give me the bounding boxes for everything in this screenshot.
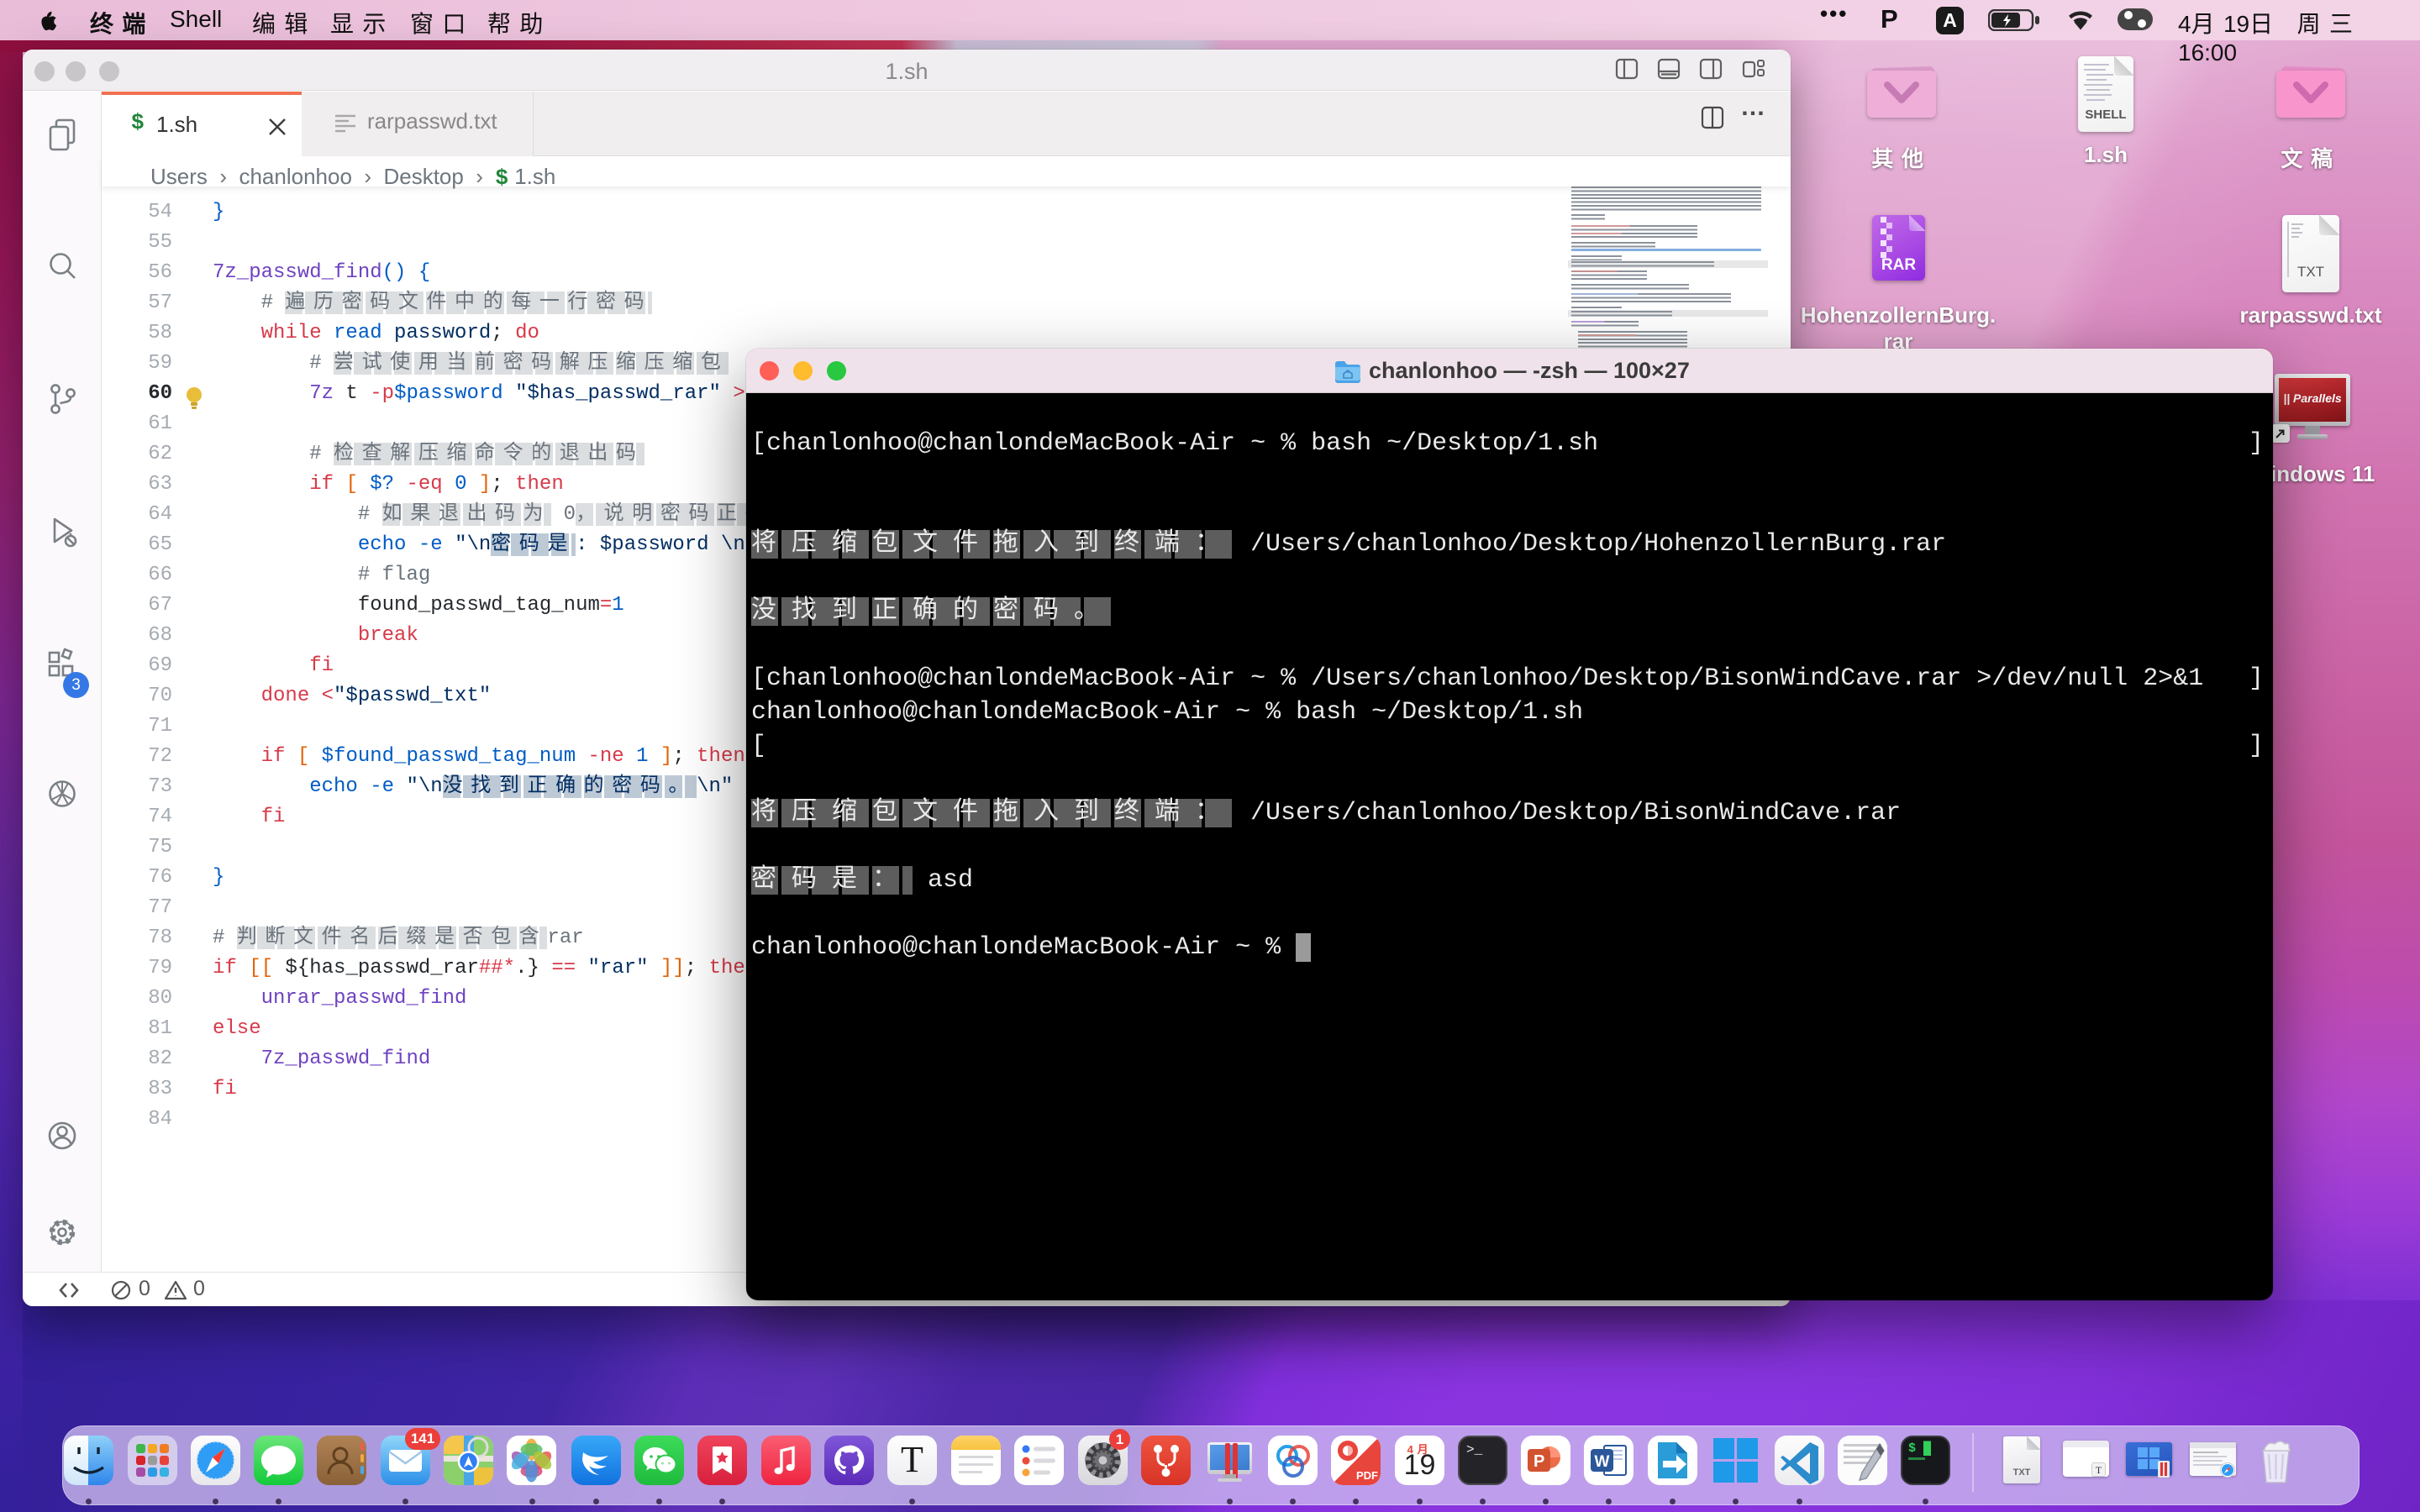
svg-text:P: P xyxy=(1534,1452,1544,1471)
svg-text:PDF: PDF xyxy=(1356,1469,1378,1482)
svg-text:W: W xyxy=(1595,1453,1610,1471)
